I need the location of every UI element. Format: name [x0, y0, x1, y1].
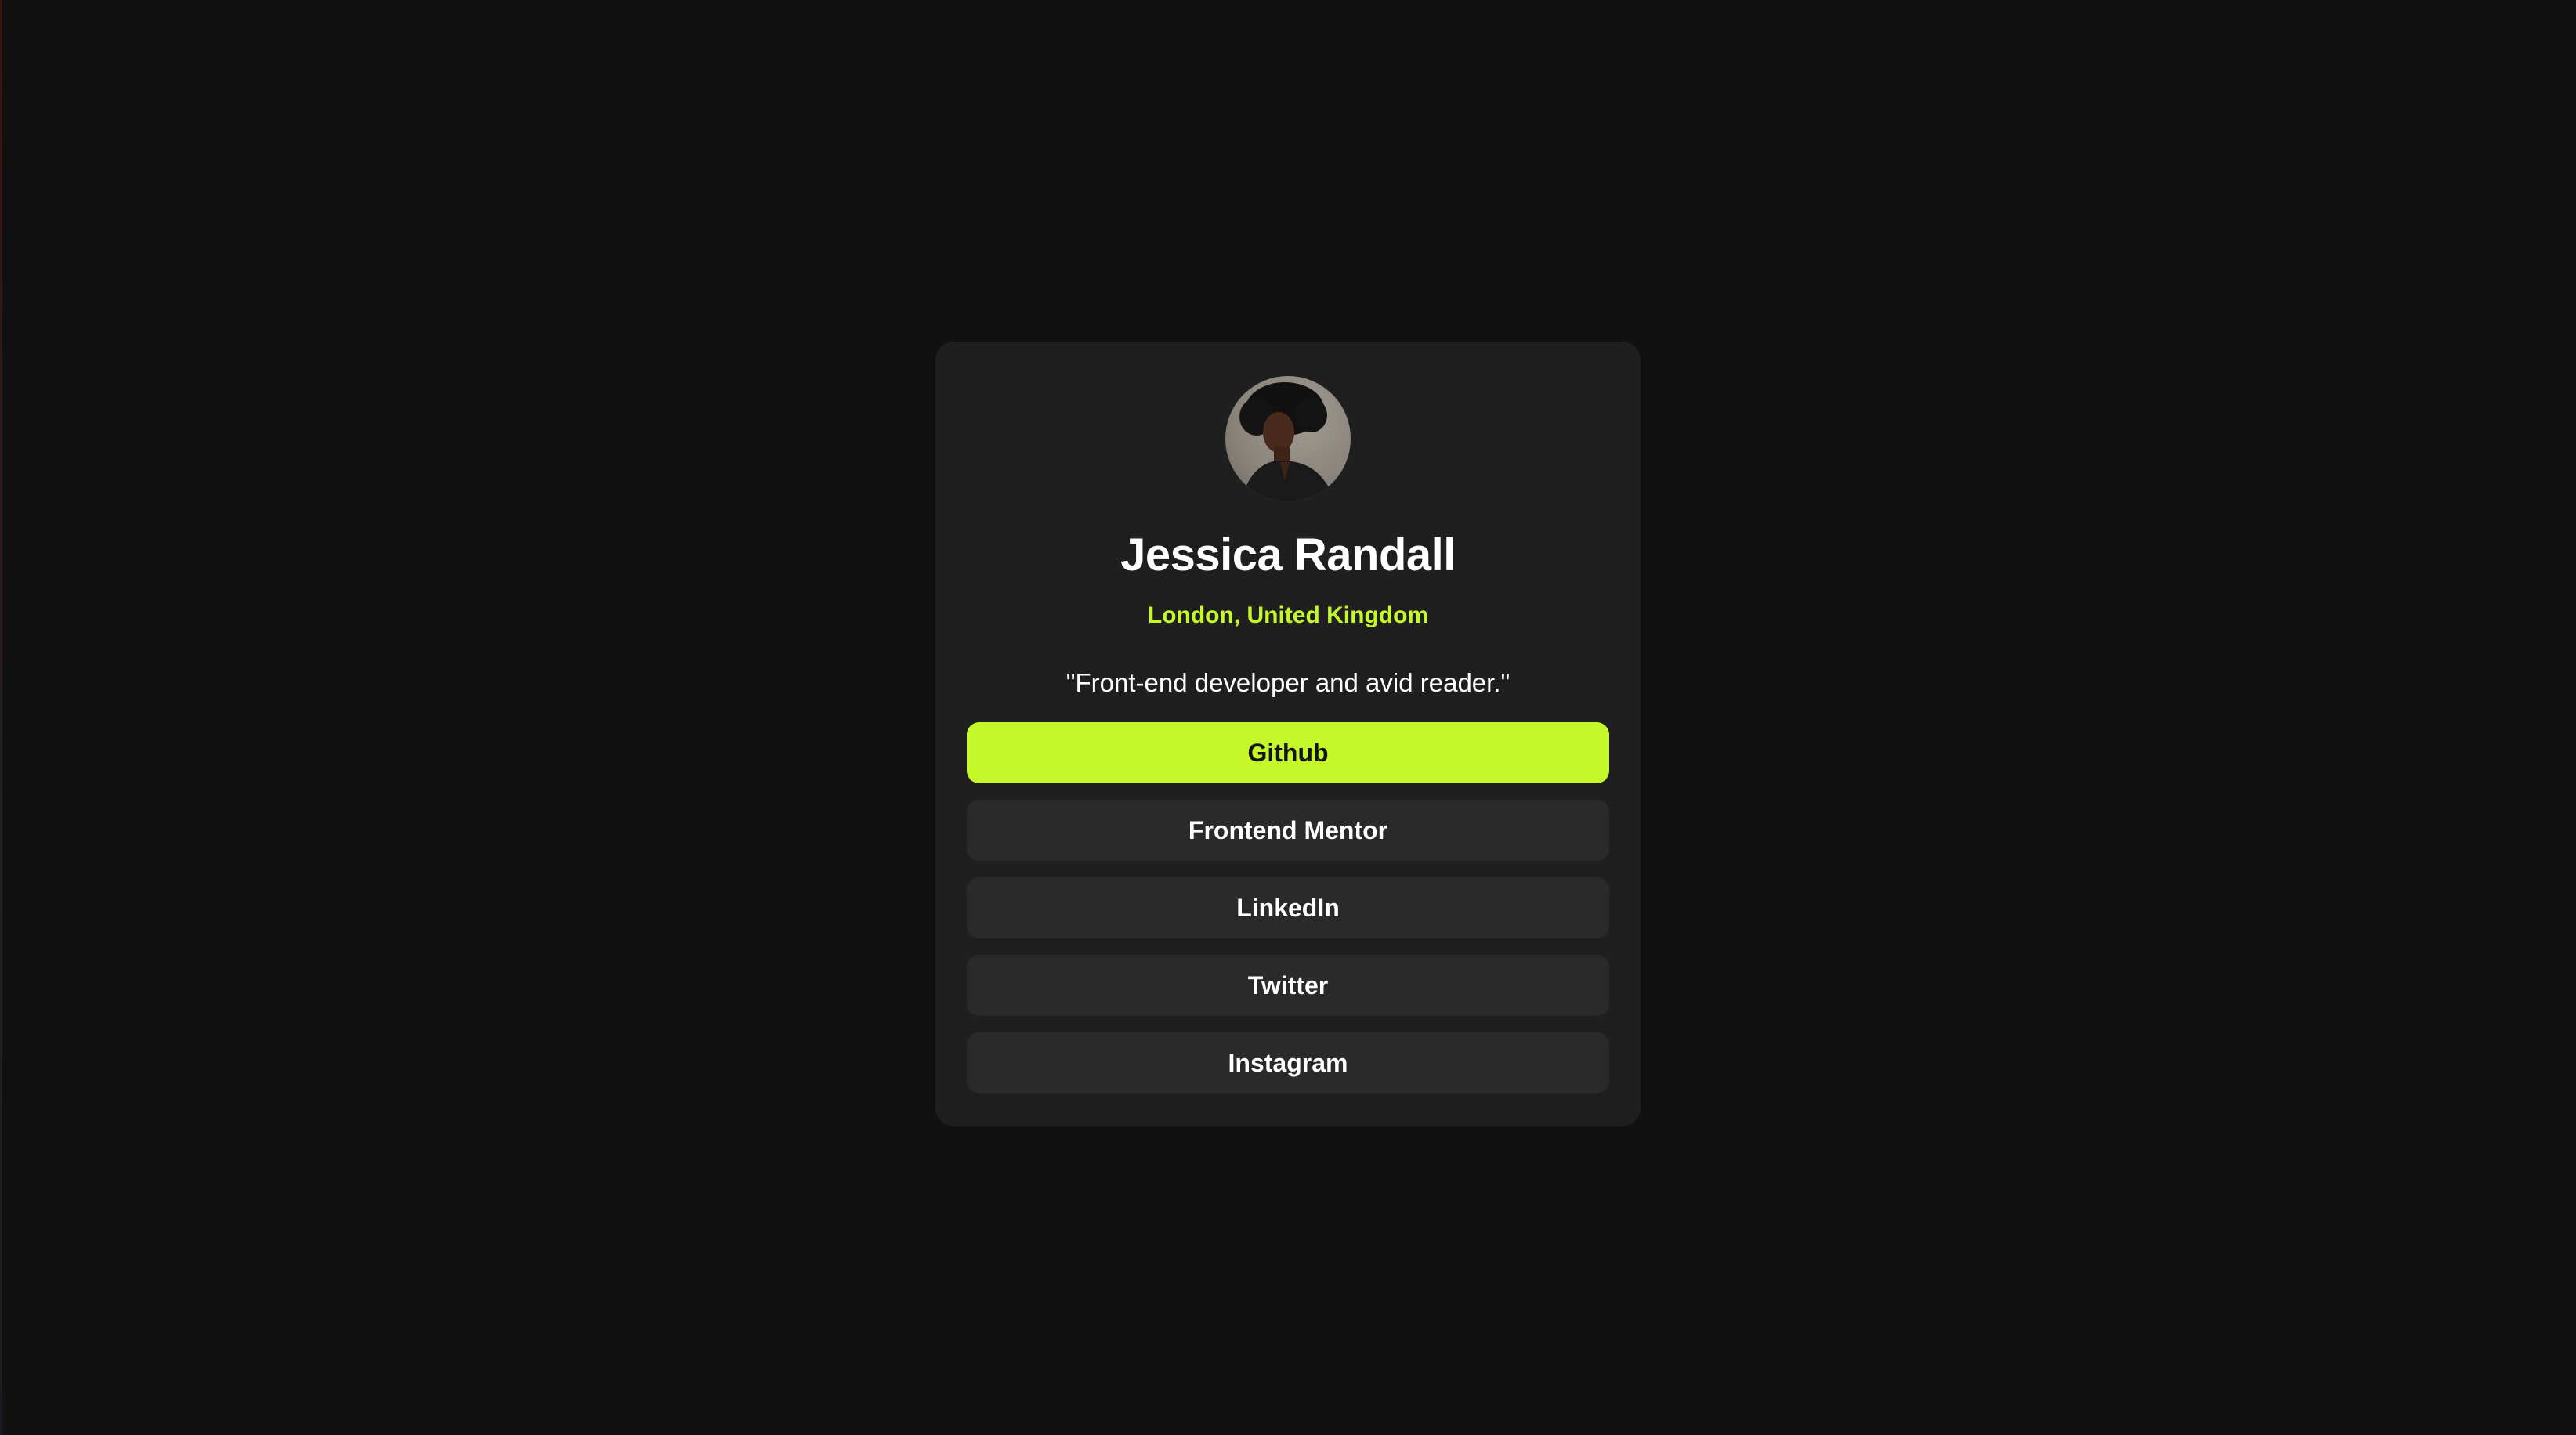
profile-card: Jessica Randall London, United Kingdom "…	[935, 342, 1641, 1126]
window-edge	[0, 0, 2, 1435]
frontend-mentor-link-button[interactable]: Frontend Mentor	[967, 800, 1609, 861]
profile-name: Jessica Randall	[1120, 530, 1456, 580]
avatar-portrait-image	[1239, 382, 1335, 501]
twitter-link-button[interactable]: Twitter	[967, 955, 1609, 1016]
instagram-link-button[interactable]: Instagram	[967, 1032, 1609, 1093]
linkedin-link-button[interactable]: LinkedIn	[967, 877, 1609, 938]
avatar	[1225, 376, 1351, 501]
profile-bio: "Front-end developer and avid reader."	[1065, 668, 1511, 697]
profile-location: London, United Kingdom	[1147, 602, 1429, 628]
social-links-list: Github Frontend Mentor LinkedIn Twitter …	[967, 722, 1609, 1110]
github-link-button[interactable]: Github	[967, 722, 1609, 783]
